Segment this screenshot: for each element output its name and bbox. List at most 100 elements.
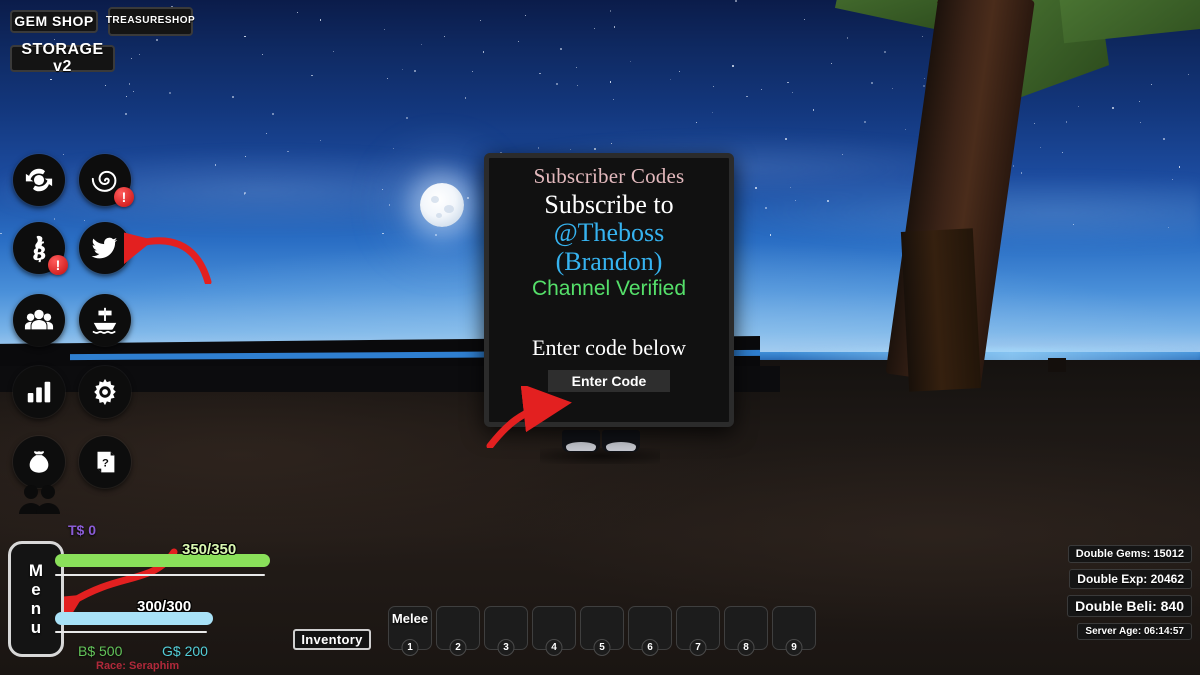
server-stat-pill: Server Age: 06:14:57 <box>1077 623 1192 640</box>
channel-handle-line1: @Theboss <box>553 218 665 248</box>
treasure-currency-label: T$ 0 <box>68 522 97 538</box>
star <box>517 40 520 42</box>
fruit-spiral-button[interactable]: ! <box>79 154 134 207</box>
star <box>1178 166 1180 168</box>
hotbar-slot-5[interactable]: 5 <box>580 606 624 656</box>
star <box>764 206 767 209</box>
star <box>1150 83 1152 85</box>
hotbar: Melee 1 2 3 4 5 6 7 8 9 <box>388 606 816 656</box>
hotbar-slot-number: 1 <box>401 639 419 656</box>
rebirth-button[interactable] <box>13 154 65 206</box>
hotbar-slot-8[interactable]: 8 <box>724 606 768 656</box>
hotbar-slot-2[interactable]: 2 <box>436 606 480 656</box>
hotbar-slot-7[interactable]: 7 <box>676 606 720 656</box>
svg-text:?: ? <box>102 458 109 470</box>
moneybag-icon <box>24 447 54 477</box>
character-shadow <box>540 448 660 464</box>
hotbar-slot-1[interactable]: Melee 1 <box>388 606 432 656</box>
star <box>466 196 469 199</box>
star <box>265 132 267 134</box>
storage-v2-button[interactable]: STORAGE v2 <box>10 41 115 74</box>
menu-button-label: Menu <box>28 560 44 638</box>
enter-code-input[interactable] <box>548 370 670 393</box>
race-label: Race: Seraphim <box>96 660 180 672</box>
star <box>271 112 274 115</box>
hotbar-slot-number: 6 <box>641 639 659 656</box>
gem-shop-button[interactable]: GEM SHOP <box>10 10 98 33</box>
treasure-shop-button[interactable]: TREASURE SHOP <box>105 7 196 36</box>
twitter-codes-button[interactable] <box>79 222 131 274</box>
settings-button[interactable] <box>79 366 131 418</box>
star <box>0 232 2 235</box>
star <box>846 37 848 39</box>
star <box>827 200 829 202</box>
server-stats-panel: Double Gems: 15012 Double Exp: 20462 Doubl… <box>1067 545 1192 640</box>
treasure-shop-label-line1: TREASURE <box>105 15 165 27</box>
tree-trunk-lower <box>900 228 982 392</box>
hotbar-slot-9[interactable]: 9 <box>772 606 816 656</box>
stats-icon <box>24 377 54 407</box>
hotbar-slot-6[interactable]: 6 <box>628 606 672 656</box>
star <box>609 81 612 83</box>
server-stat-pill: Double Exp: 20462 <box>1069 569 1192 589</box>
energy-bar-underline <box>55 631 207 633</box>
quest-scroll-icon: ? <box>90 447 120 477</box>
hotbar-slot-number: 4 <box>545 639 563 656</box>
stats-button[interactable] <box>13 366 65 418</box>
star <box>560 47 563 50</box>
hotbar-slot-number: 3 <box>497 639 515 656</box>
star <box>413 69 416 72</box>
health-value-label: 350/350 <box>182 541 237 558</box>
hotbar-slot-label: Melee <box>391 611 429 626</box>
star <box>287 150 289 152</box>
hotbar-slot-number: 9 <box>785 639 803 656</box>
distant-prop <box>1048 358 1066 372</box>
star <box>812 109 815 111</box>
moneybag-button[interactable] <box>13 436 65 488</box>
boat-button[interactable] <box>79 294 131 346</box>
gear-icon <box>90 377 120 407</box>
star <box>524 14 526 16</box>
hotbar-slot-number: 7 <box>689 639 707 656</box>
star <box>388 204 390 206</box>
star <box>83 219 85 221</box>
twitter-icon <box>90 233 120 263</box>
character-foot-left <box>562 430 600 452</box>
star <box>609 10 612 12</box>
star <box>555 83 558 86</box>
star <box>50 78 52 81</box>
panel-title: Subscriber Codes <box>533 164 685 188</box>
treasure-shop-label-line2: SHOP <box>164 15 196 27</box>
quest-button[interactable]: ? <box>79 436 131 488</box>
channel-handle-line2: (Brandon) <box>555 246 663 276</box>
server-stat-pill: Double Gems: 15012 <box>1067 545 1192 563</box>
subscriber-codes-panel: Subscriber Codes Subscribe to @Theboss (… <box>484 153 734 427</box>
beli-currency-label: B$ 500 <box>78 643 123 659</box>
star <box>746 95 748 97</box>
crew-button[interactable] <box>13 294 65 346</box>
players-count-icon <box>18 484 60 514</box>
hotbar-slot-3[interactable]: 3 <box>484 606 528 656</box>
inventory-button[interactable]: Inventory <box>293 629 371 650</box>
star <box>382 232 384 234</box>
star <box>231 95 234 98</box>
star <box>155 38 158 41</box>
boat-icon <box>90 305 120 335</box>
star <box>695 121 697 124</box>
moon <box>420 183 464 227</box>
health-bar-underline <box>55 574 265 576</box>
star <box>884 51 886 53</box>
character-foot-right <box>602 430 640 452</box>
beli-codes-button[interactable]: ! <box>13 222 68 275</box>
star <box>732 65 734 67</box>
enter-code-below-label: Enter code below <box>532 335 686 361</box>
hotbar-slot-number: 8 <box>737 639 755 656</box>
crew-icon <box>24 305 54 335</box>
star <box>794 199 796 201</box>
star <box>464 97 467 99</box>
hotbar-slot-number: 2 <box>449 639 467 656</box>
hotbar-slot-4[interactable]: 4 <box>532 606 576 656</box>
notification-badge: ! <box>114 187 134 207</box>
gems-currency-label: G$ 200 <box>162 643 208 659</box>
rebirth-icon <box>24 165 54 195</box>
